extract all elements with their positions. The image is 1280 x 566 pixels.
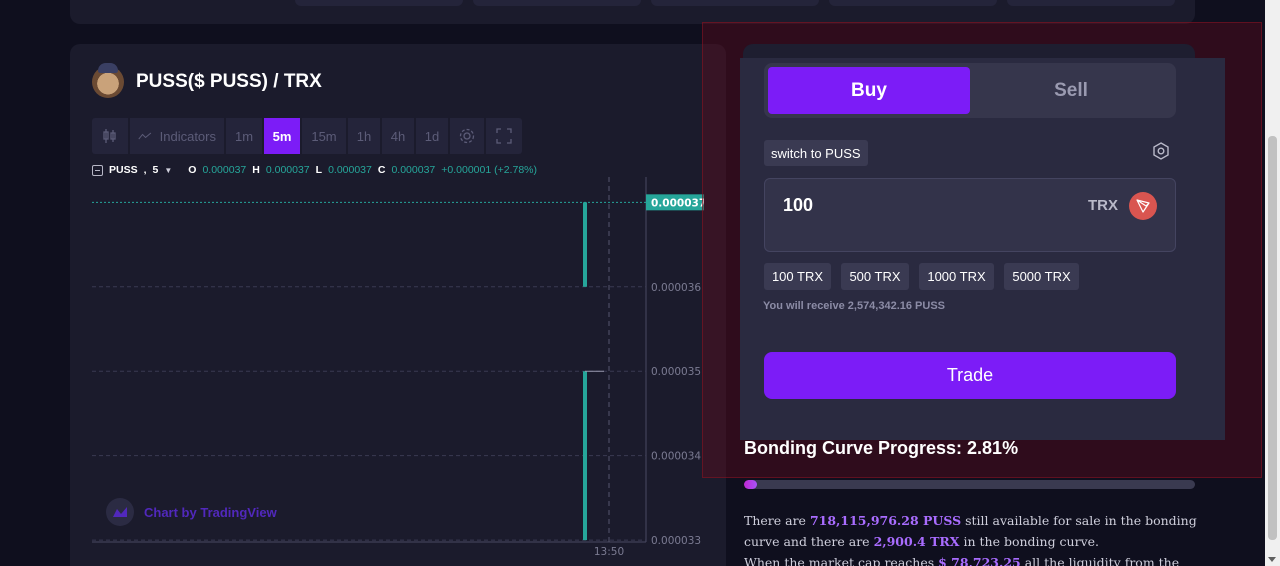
high-label: H bbox=[252, 164, 260, 176]
cat-avatar-icon bbox=[92, 63, 124, 98]
tab-buy[interactable]: Buy bbox=[768, 67, 970, 114]
tradingview-logo-icon bbox=[106, 498, 134, 526]
low-value: 0.000037 bbox=[328, 164, 372, 176]
legend-interval: 5 bbox=[152, 164, 159, 176]
tab-sell[interactable]: Sell bbox=[970, 67, 1172, 114]
watermark-text: Chart by TradingView bbox=[144, 504, 277, 520]
trade-button[interactable]: Trade bbox=[764, 352, 1176, 399]
candle-body bbox=[583, 202, 587, 287]
tradingview-watermark[interactable]: Chart by TradingView bbox=[106, 498, 277, 526]
fullscreen-icon[interactable] bbox=[486, 118, 522, 154]
interval-15m[interactable]: 15m bbox=[302, 118, 346, 154]
interval-1d[interactable]: 1d bbox=[416, 118, 448, 154]
trx-in-curve: 2,900.4 TRX bbox=[873, 534, 960, 549]
indicators-button[interactable]: Indicators bbox=[130, 118, 224, 154]
preset-5000-trx[interactable]: 5000 TRX bbox=[1004, 263, 1079, 290]
bonding-text-part: There are bbox=[744, 513, 810, 528]
low-label: L bbox=[315, 164, 323, 176]
top-card bbox=[70, 0, 1195, 24]
settings-icon[interactable] bbox=[1152, 142, 1170, 160]
receive-estimate: You will receive 2,574,342.16 PUSS bbox=[763, 300, 946, 312]
preset-100-trx[interactable]: 100 TRX bbox=[764, 263, 831, 290]
close-value: 0.000037 bbox=[391, 164, 436, 176]
page-scrollbar[interactable] bbox=[1265, 0, 1280, 566]
bonding-text-part: in the bonding curve. bbox=[959, 534, 1100, 549]
close-label: C bbox=[377, 164, 386, 176]
bonding-description: There are 718,115,976.28 PUSS still avai… bbox=[744, 510, 1214, 566]
tokens-available: 718,115,976.28 PUSS bbox=[809, 513, 962, 528]
candlestick-icon[interactable] bbox=[92, 118, 128, 154]
legend-symbol: PUSS bbox=[109, 164, 138, 176]
open-value: 0.000037 bbox=[202, 164, 247, 176]
open-label: O bbox=[188, 164, 197, 176]
interval-1m[interactable]: 1m bbox=[226, 118, 262, 154]
top-stat-box bbox=[651, 0, 819, 6]
amount-value[interactable]: 100 bbox=[783, 195, 813, 216]
y-tick-label: 0.000033 bbox=[651, 535, 701, 547]
chevron-down-icon[interactable]: ▼ bbox=[164, 166, 172, 175]
chart-card: PUSS($ PUSS) / TRX Indicators 1m 5m 15m … bbox=[70, 44, 726, 566]
amount-input[interactable]: 100 TRX bbox=[764, 178, 1176, 252]
switch-token-button[interactable]: switch to PUSS bbox=[764, 140, 868, 166]
ohlc-legend: PUSS , 5 ▼ O 0.000037 H 0.000037 L 0.000… bbox=[92, 164, 537, 176]
preset-500-trx[interactable]: 500 TRX bbox=[841, 263, 909, 290]
y-tick-label: 0.000036 bbox=[651, 282, 701, 294]
bonding-progress-fill bbox=[744, 480, 757, 489]
amount-currency: TRX bbox=[1088, 197, 1118, 214]
indicators-label: Indicators bbox=[159, 128, 216, 144]
pair-title: PUSS($ PUSS) / TRX bbox=[136, 71, 322, 92]
bonding-title: Bonding Curve Progress: 2.81% bbox=[744, 438, 1019, 458]
top-stat-box bbox=[1007, 0, 1175, 6]
candle-body bbox=[583, 371, 587, 541]
top-stat-box bbox=[829, 0, 997, 6]
preset-1000-trx[interactable]: 1000 TRX bbox=[919, 263, 994, 290]
gear-icon[interactable] bbox=[450, 118, 484, 154]
chart-toolbar: Indicators 1m 5m 15m 1h 4h 1d bbox=[92, 118, 522, 154]
tron-logo-icon bbox=[1129, 192, 1157, 220]
interval-5m[interactable]: 5m bbox=[264, 118, 300, 154]
scrollbar-thumb[interactable] bbox=[1268, 136, 1277, 540]
x-tick-label: 13:50 bbox=[594, 546, 624, 557]
last-price-label: 0.000037 bbox=[651, 197, 704, 209]
pair-header: PUSS($ PUSS) / TRX bbox=[92, 63, 322, 98]
high-value: 0.000037 bbox=[265, 164, 310, 176]
y-tick-label: 0.000035 bbox=[651, 366, 701, 378]
change-value: +0.000001 (+2.78%) bbox=[441, 164, 537, 176]
scroll-down-arrow-icon[interactable] bbox=[1268, 557, 1276, 562]
top-stat-box bbox=[295, 0, 463, 6]
y-tick-label: 0.000034 bbox=[651, 451, 701, 463]
top-stat-box bbox=[473, 0, 641, 6]
bonding-text-part: When the market cap reaches bbox=[744, 555, 939, 566]
interval-1h[interactable]: 1h bbox=[348, 118, 380, 154]
bonding-progress-bar bbox=[744, 480, 1195, 489]
collapse-legend-icon[interactable] bbox=[92, 164, 103, 176]
market-cap-target: $ 78,723.25 bbox=[938, 555, 1021, 566]
interval-4h[interactable]: 4h bbox=[382, 118, 414, 154]
